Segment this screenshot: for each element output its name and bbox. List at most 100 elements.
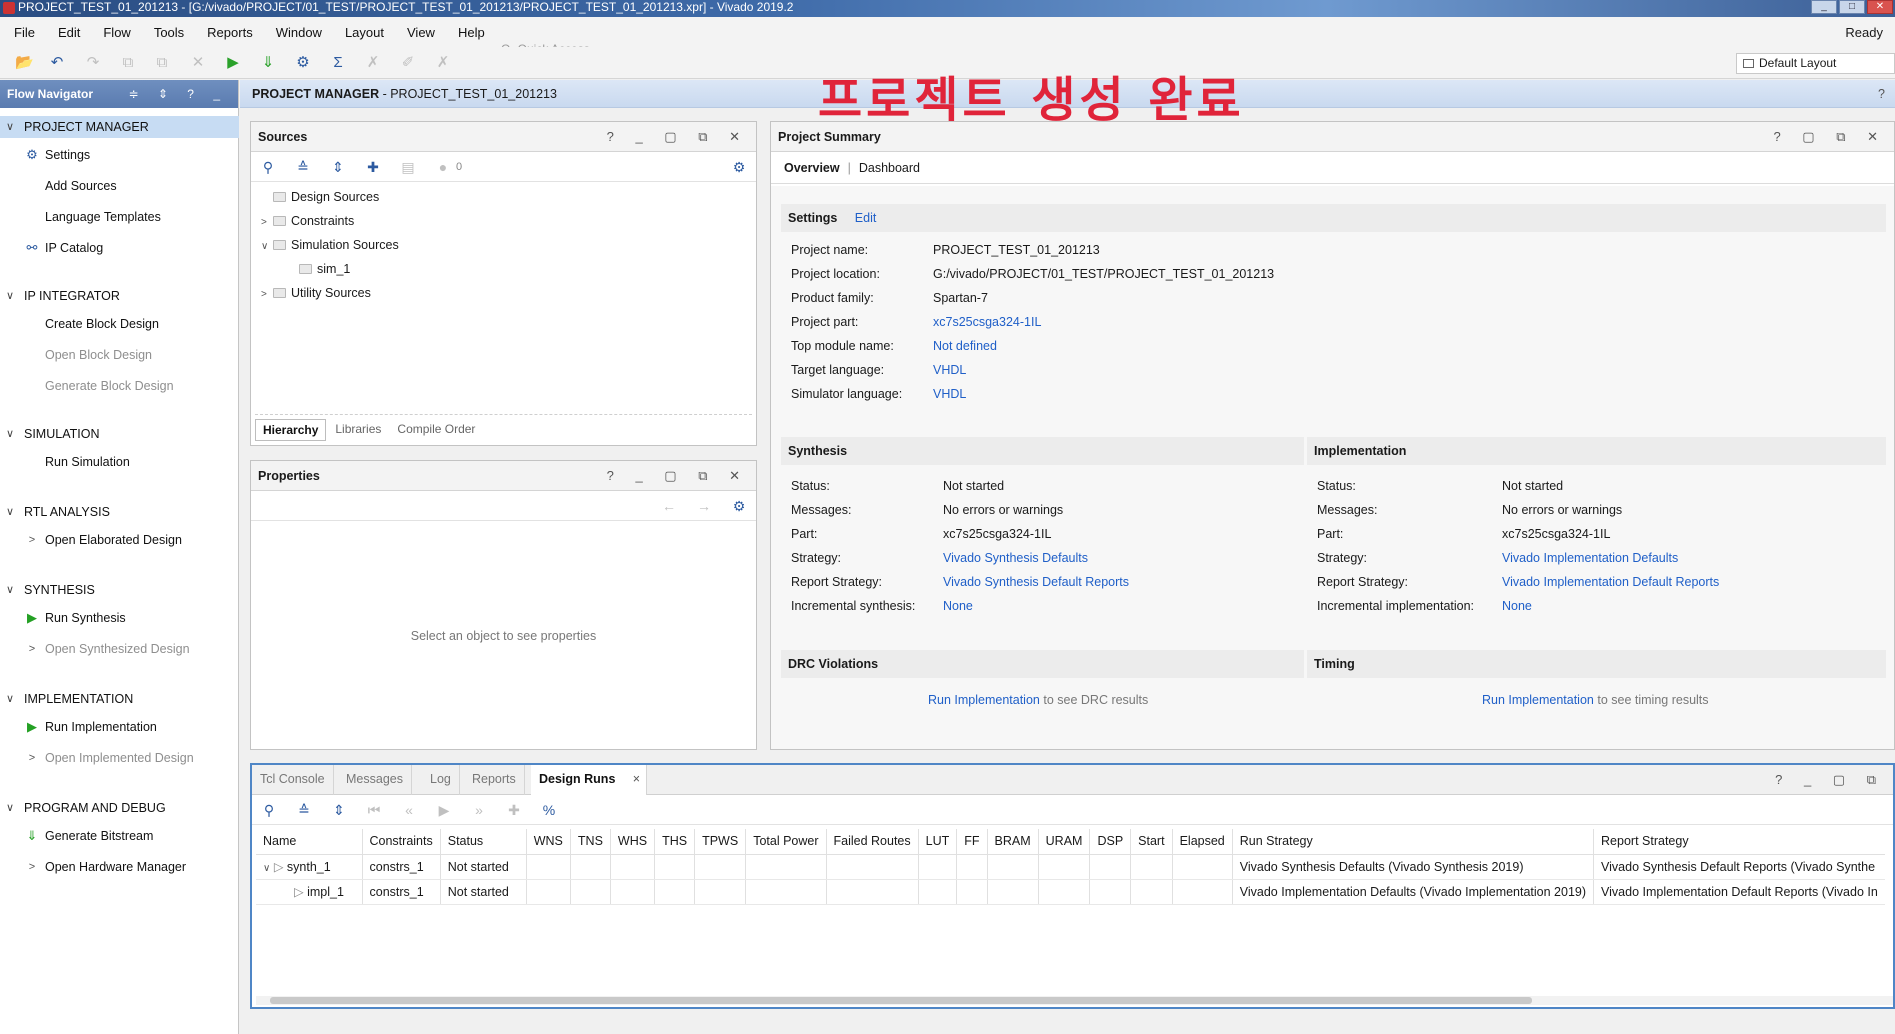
- nav-open-synthesized-design[interactable]: > Open Synthesized Design: [29, 638, 190, 660]
- search-icon[interactable]: ⚲: [260, 801, 278, 819]
- delete-icon[interactable]: ✕: [189, 54, 207, 72]
- col-failed-routes[interactable]: Failed Routes: [826, 829, 919, 855]
- project-part-link[interactable]: xc7s25csga324-1IL: [933, 312, 1041, 332]
- clear-icon[interactable]: ✗: [434, 54, 452, 72]
- synth-report-strategy-link[interactable]: Vivado Synthesis Default Reports: [943, 572, 1129, 592]
- horizontal-scrollbar[interactable]: [256, 996, 1893, 1005]
- col-whs[interactable]: WHS: [610, 829, 656, 855]
- menu-edit[interactable]: Edit: [58, 25, 80, 40]
- menu-reports[interactable]: Reports: [207, 25, 253, 40]
- col-ths[interactable]: THS: [654, 829, 696, 855]
- col-name[interactable]: Name: [256, 829, 363, 855]
- chevron-right-icon[interactable]: >: [24, 856, 40, 878]
- expand-all-icon[interactable]: ⇕: [330, 801, 348, 819]
- chevron-right-icon[interactable]: >: [24, 529, 40, 551]
- synth-incremental-link[interactable]: None: [943, 596, 973, 616]
- impl-incremental-link[interactable]: None: [1502, 596, 1532, 616]
- tab-design-runs[interactable]: Design Runs ×: [531, 765, 647, 795]
- open-project-icon[interactable]: 📂: [15, 54, 34, 72]
- impl-strategy-link[interactable]: Vivado Implementation Defaults: [1502, 548, 1678, 568]
- first-icon[interactable]: ⏮: [365, 801, 383, 819]
- flow-navigator-header-icons[interactable]: ≑ ⇕ ? _: [129, 80, 228, 108]
- nav-language-templates[interactable]: Language Templates: [45, 206, 161, 228]
- nav-open-hardware-manager[interactable]: > Open Hardware Manager: [29, 856, 186, 878]
- chevron-right-icon[interactable]: >: [261, 285, 273, 305]
- col-constraints[interactable]: Constraints: [362, 829, 441, 855]
- tree-utility-sources[interactable]: > Utility Sources: [261, 283, 371, 303]
- col-start[interactable]: Start: [1130, 829, 1173, 855]
- panel-controls[interactable]: ? ▢ ⧉ ✕: [1773, 122, 1887, 152]
- target-language-link[interactable]: VHDL: [933, 360, 966, 380]
- search-icon[interactable]: ⚲: [259, 158, 277, 176]
- nav-generate-block-design[interactable]: Generate Block Design: [45, 375, 174, 397]
- nav-open-elaborated-design[interactable]: > Open Elaborated Design: [29, 529, 182, 551]
- undo-icon[interactable]: ↶: [48, 54, 66, 72]
- nav-settings[interactable]: ⚙ Settings: [26, 144, 90, 166]
- fast-forward-icon[interactable]: »: [470, 801, 488, 819]
- tab-overview[interactable]: Overview: [784, 161, 840, 175]
- nav-open-implemented-design[interactable]: > Open Implemented Design: [29, 747, 194, 769]
- tab-log[interactable]: Log: [422, 765, 460, 795]
- help-icon[interactable]: ?: [1878, 80, 1885, 108]
- generate-bitstream-icon[interactable]: ⇓: [259, 54, 277, 72]
- chevron-right-icon[interactable]: >: [261, 213, 273, 233]
- section-synthesis[interactable]: ∨ SYNTHESIS: [0, 579, 239, 601]
- nav-create-block-design[interactable]: Create Block Design: [45, 313, 159, 335]
- col-ff[interactable]: FF: [956, 829, 988, 855]
- section-ip-integrator[interactable]: ∨ IP INTEGRATOR: [0, 285, 239, 307]
- back-arrow-icon[interactable]: ←: [660, 497, 678, 515]
- tree-simulation-sources[interactable]: ∨ Simulation Sources: [261, 235, 399, 255]
- simulator-language-link[interactable]: VHDL: [933, 384, 966, 404]
- section-implementation[interactable]: ∨ IMPLEMENTATION: [0, 688, 239, 710]
- add-icon[interactable]: ✚: [364, 158, 382, 176]
- nav-run-simulation[interactable]: Run Simulation: [45, 451, 130, 473]
- chevron-down-icon[interactable]: ∨: [263, 863, 270, 874]
- tab-dashboard[interactable]: Dashboard: [859, 161, 920, 175]
- collapse-all-icon[interactable]: ≙: [294, 158, 312, 176]
- tab-reports[interactable]: Reports: [464, 765, 525, 795]
- timing-run-implementation-link[interactable]: Run Implementation: [1482, 693, 1594, 707]
- chevron-down-icon[interactable]: ∨: [261, 237, 273, 257]
- tree-constraints[interactable]: > Constraints: [261, 211, 354, 231]
- settings-edit-link[interactable]: Edit: [855, 211, 877, 225]
- rewind-icon[interactable]: «: [400, 801, 418, 819]
- menu-flow[interactable]: Flow: [103, 25, 130, 40]
- section-rtl-analysis[interactable]: ∨ RTL ANALYSIS: [0, 501, 239, 523]
- gear-icon[interactable]: ⚙: [730, 158, 748, 176]
- add-icon[interactable]: ✚: [505, 801, 523, 819]
- menu-file[interactable]: File: [14, 25, 35, 40]
- copy-icon[interactable]: ⧉: [119, 54, 137, 72]
- forward-arrow-icon[interactable]: →: [695, 497, 713, 515]
- nav-run-implementation[interactable]: ▶ Run Implementation: [27, 716, 157, 738]
- scrollbar-thumb[interactable]: [270, 997, 1532, 1004]
- percent-icon[interactable]: %: [540, 801, 558, 819]
- tab-hierarchy[interactable]: Hierarchy: [255, 419, 327, 441]
- panel-controls[interactable]: ? _ ▢ ⧉ ✕: [607, 461, 749, 491]
- menu-help[interactable]: Help: [458, 25, 485, 40]
- menu-layout[interactable]: Layout: [345, 25, 384, 40]
- settings-gear-icon[interactable]: ⚙: [294, 54, 312, 72]
- play-icon[interactable]: ▶: [435, 801, 453, 819]
- tree-design-sources[interactable]: Design Sources: [261, 187, 379, 207]
- tree-sim-1[interactable]: sim_1: [299, 259, 350, 279]
- col-lut[interactable]: LUT: [918, 829, 958, 855]
- panel-controls[interactable]: ? _ ▢ ⧉ ✕: [607, 122, 749, 152]
- col-total-power[interactable]: Total Power: [745, 829, 827, 855]
- col-report-strategy[interactable]: Report Strategy: [1593, 829, 1885, 855]
- top-module-link[interactable]: Not defined: [933, 336, 997, 356]
- menu-tools[interactable]: Tools: [154, 25, 184, 40]
- chevron-right-icon[interactable]: >: [24, 747, 40, 769]
- nav-add-sources[interactable]: Add Sources: [45, 175, 117, 197]
- col-tpws[interactable]: TPWS: [694, 829, 747, 855]
- paste-icon[interactable]: ⧉: [153, 54, 171, 72]
- menu-view[interactable]: View: [407, 25, 435, 40]
- redo-icon[interactable]: ↷: [84, 54, 102, 72]
- nav-open-block-design[interactable]: Open Block Design: [45, 344, 152, 366]
- document-icon[interactable]: ▤: [399, 158, 417, 176]
- section-program-and-debug[interactable]: ∨ PROGRAM AND DEBUG: [0, 797, 239, 819]
- sigma-icon[interactable]: Σ: [329, 54, 347, 72]
- expand-all-icon[interactable]: ⇕: [329, 158, 347, 176]
- drc-run-implementation-link[interactable]: Run Implementation: [928, 693, 1040, 707]
- col-dsp[interactable]: DSP: [1089, 829, 1132, 855]
- maximize-button[interactable]: □: [1839, 0, 1865, 14]
